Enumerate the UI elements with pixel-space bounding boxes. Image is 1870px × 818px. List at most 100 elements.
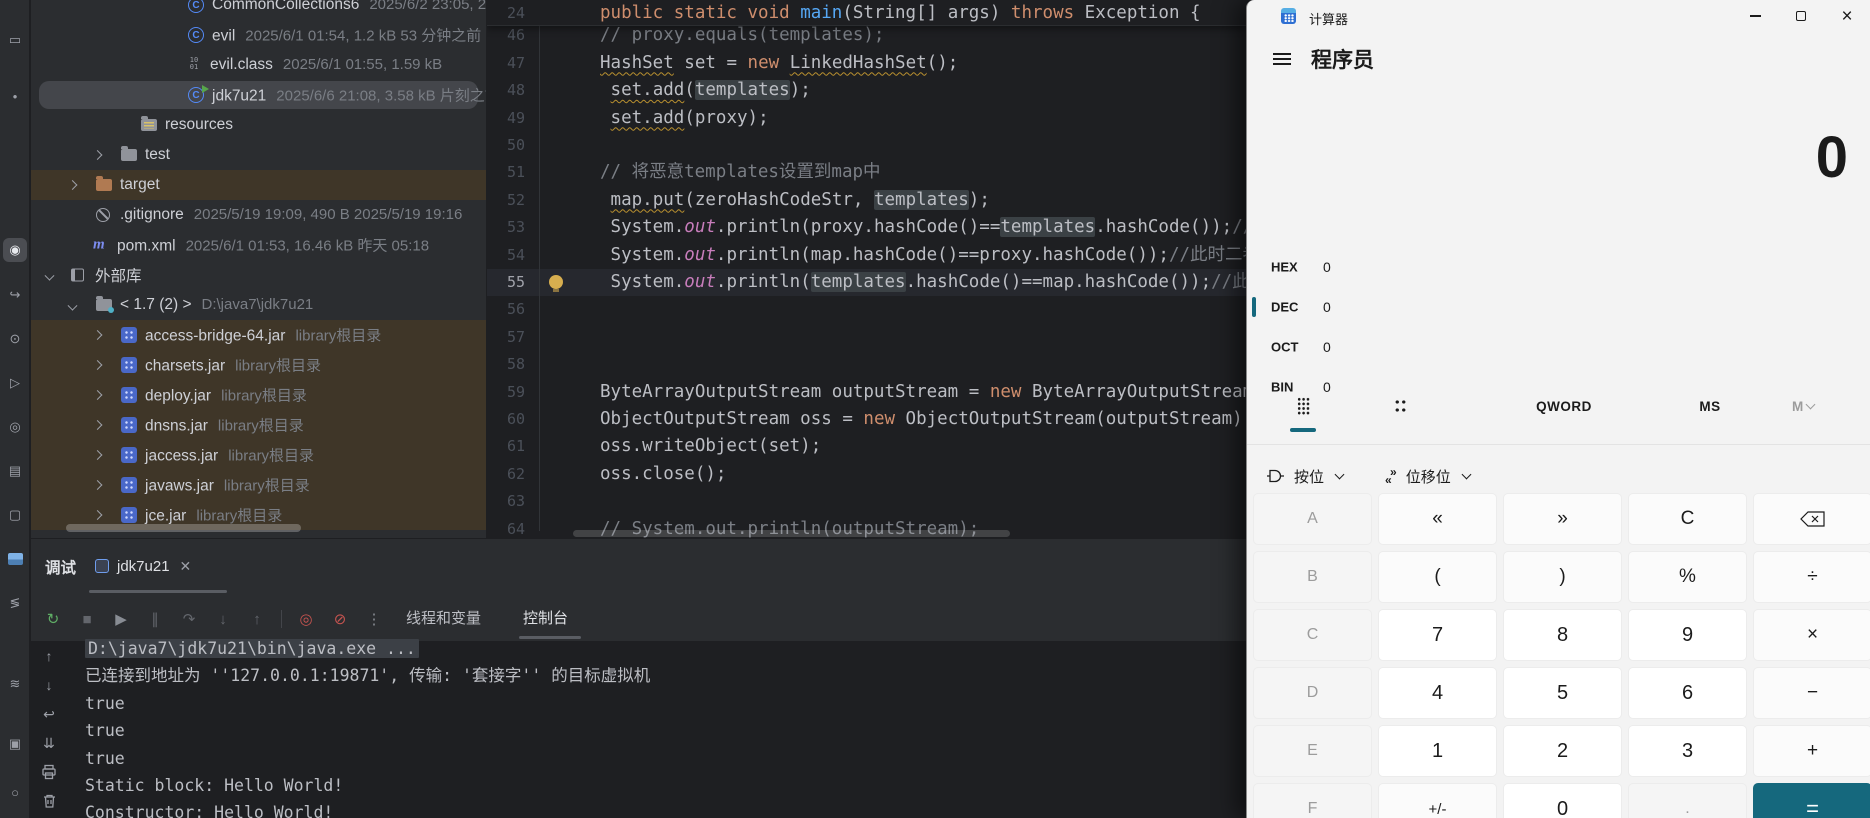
editor-horizontal-scrollbar[interactable] [573, 530, 1010, 537]
chevron-right-icon[interactable] [92, 390, 103, 400]
key-+/-[interactable]: +/- [1378, 783, 1497, 818]
bitshift-dropdown[interactable]: » « 位移位 [1385, 466, 1472, 487]
chevron-right-icon[interactable] [92, 360, 103, 370]
tab-threads-variables[interactable]: 线程和变量 [406, 607, 481, 628]
debug-icon[interactable]: ◉ [3, 238, 27, 262]
close-icon[interactable]: ✕ [180, 558, 192, 575]
key-D[interactable]: D [1253, 667, 1372, 719]
rerun-debug-icon[interactable]: ↻ [43, 609, 63, 629]
key-B[interactable]: B [1253, 551, 1372, 603]
debug-session-tab[interactable]: jdk7u21 ✕ [95, 551, 191, 581]
tree-row-access-bridge-64.jar[interactable]: access-bridge-64.jar library根目录 [31, 320, 486, 350]
key-4[interactable]: 4 [1378, 667, 1497, 719]
key-.[interactable]: . [1628, 783, 1747, 818]
tree-row-.gitignore[interactable]: .gitignore 2025/5/19 19:09, 490 B 2025/5/… [31, 200, 486, 230]
chevron-right-icon[interactable] [92, 510, 103, 520]
chevron-right-icon[interactable] [92, 480, 103, 490]
editor-line-51[interactable]: 51 // 将恶意templates设置到map中 [487, 159, 1246, 186]
tree-row-test[interactable]: test [31, 140, 486, 170]
project-tree[interactable]: C CommonCollections6 2025/6/2 23:05, 2 Cevi… [31, 0, 486, 538]
key-%[interactable]: % [1628, 551, 1747, 603]
image-preview-icon[interactable] [3, 547, 27, 571]
chevron-right-icon[interactable] [67, 180, 78, 190]
compare-icon[interactable]: ≶ [3, 591, 27, 615]
editor-line-63[interactable]: 63 [487, 488, 1246, 515]
clear-all-icon[interactable] [40, 792, 58, 810]
tree-row-evil.class[interactable]: 10 01 evil.class 2025/6/1 01:55, 1.59 kB [31, 50, 486, 80]
scroll-down-icon[interactable]: ↓ [40, 676, 58, 694]
hamburger-menu-icon[interactable] [1273, 53, 1291, 65]
services-icon[interactable]: ▢ [3, 503, 27, 527]
chevron-right-icon[interactable] [92, 150, 103, 160]
tree-row-1.72[interactable]: < 1.7 (2) > D:\java7\jdk7u21 [31, 290, 486, 320]
editor-line-53[interactable]: 53 System.out.println(proxy.hashCode()==… [487, 214, 1246, 241]
chevron-right-icon[interactable] [92, 420, 103, 430]
close-button[interactable]: × [1824, 0, 1870, 32]
key-1[interactable]: 1 [1378, 725, 1497, 777]
editor-line-49[interactable]: 49 set.add(proxy); [487, 105, 1246, 132]
tree-row-resources[interactable]: resources [31, 110, 486, 140]
key-E[interactable]: E [1253, 725, 1372, 777]
pull-requests-icon[interactable]: ↪ [3, 283, 27, 307]
word-size-button[interactable]: QWORD [1519, 392, 1609, 420]
radix-row-dec[interactable]: DEC 0 [1247, 287, 1870, 327]
key-6[interactable]: 6 [1628, 667, 1747, 719]
editor-line-62[interactable]: 62 oss.close(); [487, 461, 1246, 488]
intention-bulb-icon[interactable] [549, 274, 563, 292]
tree-row-jaccess.jar[interactable]: jaccess.jar library根目录 [31, 440, 486, 470]
key-−[interactable]: − [1753, 667, 1870, 719]
soft-wrap-icon[interactable]: ↩ [40, 705, 58, 723]
key-0[interactable]: 0 [1503, 783, 1622, 818]
resume-icon[interactable]: ▶ [111, 609, 131, 629]
print-icon[interactable] [40, 763, 58, 781]
key-7[interactable]: 7 [1378, 609, 1497, 661]
editor-line-61[interactable]: 61 oss.writeObject(set); [487, 433, 1246, 460]
pause-icon[interactable]: ∥ [145, 609, 165, 629]
commit-icon[interactable]: • [3, 84, 27, 108]
editor-line-59[interactable]: 59 ByteArrayOutputStream outputStream = n… [487, 379, 1246, 406]
search-icon[interactable]: ◎ [3, 415, 27, 439]
memory-store-button[interactable]: MS [1685, 392, 1735, 420]
project-icon[interactable]: ▭ [3, 28, 27, 52]
layers-icon[interactable]: ≋ [3, 672, 27, 696]
editor-line-47[interactable]: 47 HashSet set = new LinkedHashSet(); [487, 50, 1246, 77]
tree-row-jdk7u21[interactable]: Cjdk7u21 2025/6/6 21:08, 3.58 kB 片刻之前 [31, 80, 486, 110]
maximize-button[interactable] [1778, 0, 1824, 32]
key-÷[interactable]: ÷ [1753, 551, 1870, 603]
tree-row-evil[interactable]: Cevil 2025/6/1 01:54, 1.2 kB 53 分钟之前 [31, 20, 486, 50]
notifications-icon[interactable]: ○ [3, 780, 27, 804]
mute-breakpoints-icon[interactable]: ⊘ [330, 609, 350, 629]
key-A[interactable]: A [1253, 493, 1372, 545]
editor-line-58[interactable]: 58 [487, 351, 1246, 378]
tree-row-javaws.jar[interactable]: javaws.jar library根目录 [31, 470, 486, 500]
chevron-right-icon[interactable] [92, 330, 103, 340]
key-»[interactable]: » [1503, 493, 1622, 545]
stop-icon[interactable]: ■ [77, 609, 97, 629]
chevron-down-icon[interactable] [44, 270, 55, 281]
scroll-up-icon[interactable]: ↑ [40, 647, 58, 665]
tab-console[interactable]: 控制台 [523, 607, 568, 628]
editor-line-55[interactable]: 55 System.out.println(templates.hashCode… [487, 269, 1246, 296]
step-out-icon[interactable]: ↑ [247, 609, 267, 629]
calculator-titlebar[interactable]: 计算器 × [1247, 0, 1870, 32]
editor-line-57[interactable]: 57 [487, 324, 1246, 351]
scroll-to-end-icon[interactable]: ⇊ [40, 734, 58, 752]
editor-line-46[interactable]: 46 // proxy.equals(templates); [487, 22, 1246, 49]
tree-row-CommonCollections6[interactable]: C CommonCollections6 2025/6/2 23:05, 2 [31, 0, 486, 20]
key-)[interactable]: ) [1503, 551, 1622, 603]
key-8[interactable]: 8 [1503, 609, 1622, 661]
tree-horizontal-scrollbar[interactable] [66, 524, 301, 532]
more-options-icon[interactable]: ⋮ [364, 609, 384, 629]
editor-line-60[interactable]: 60 ObjectOutputStream oss = new ObjectOut… [487, 406, 1246, 433]
minimize-button[interactable] [1732, 0, 1778, 32]
key-backspace[interactable] [1753, 493, 1870, 545]
radix-row-oct[interactable]: OCT 0 [1247, 327, 1870, 367]
chevron-right-icon[interactable] [92, 450, 103, 460]
editor-line-48[interactable]: 48 set.add(templates); [487, 77, 1246, 104]
tree-row-charsets.jar[interactable]: charsets.jar library根目录 [31, 350, 486, 380]
key-C[interactable]: C [1628, 493, 1747, 545]
code-editor[interactable]: 46 // proxy.equals(templates); 47 HashSet s… [487, 0, 1246, 545]
key-+[interactable]: + [1753, 725, 1870, 777]
key-([interactable]: ( [1378, 551, 1497, 603]
tree-row-target[interactable]: target [31, 170, 486, 200]
